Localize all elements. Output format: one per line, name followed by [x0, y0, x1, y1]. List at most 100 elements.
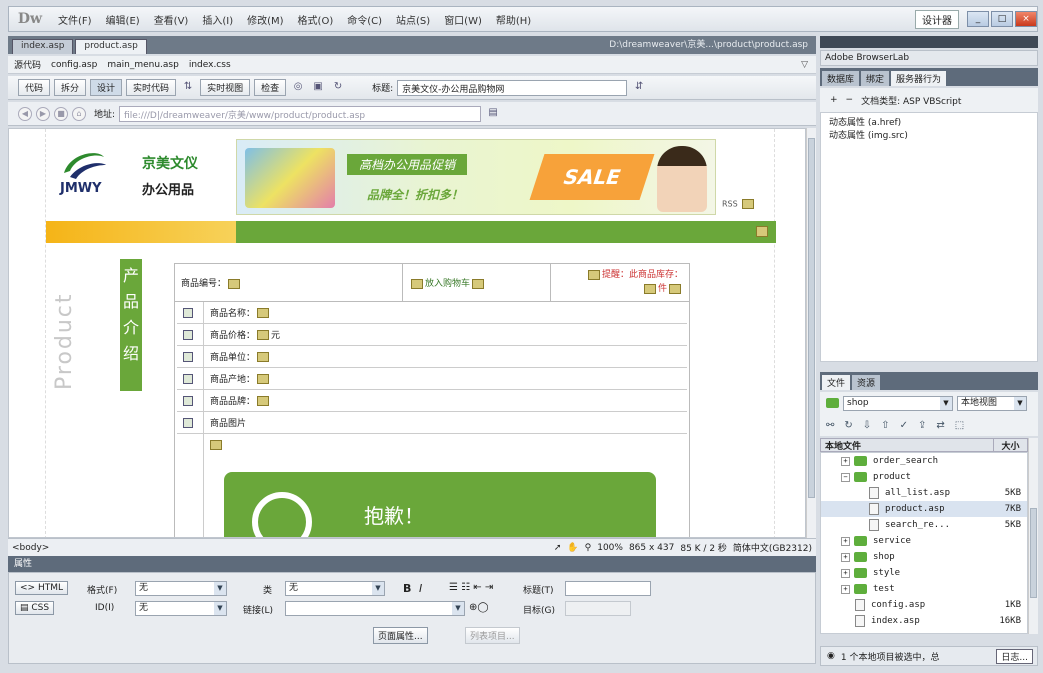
- related-source-code[interactable]: 源代码: [14, 58, 41, 71]
- expand-icon[interactable]: +: [841, 568, 850, 578]
- menu-insert[interactable]: 插入(I): [195, 12, 240, 27]
- minimize-button[interactable]: _: [967, 11, 989, 27]
- window-size[interactable]: 865 x 437: [629, 543, 674, 553]
- scrollbar-thumb[interactable]: [808, 138, 815, 498]
- title-field-input[interactable]: [565, 581, 651, 596]
- tab-index-asp[interactable]: index.asp: [12, 39, 74, 54]
- remove-behavior-button[interactable]: −: [846, 95, 854, 105]
- file-row[interactable]: product.asp 7KB: [821, 501, 1027, 517]
- expand-icon[interactable]: +: [841, 456, 850, 466]
- refresh-icon[interactable]: ↻: [844, 420, 852, 431]
- browse-options-icon[interactable]: ▤: [485, 107, 501, 121]
- expand-icon[interactable]: +: [841, 584, 850, 594]
- select-tool-icon[interactable]: ➚: [554, 543, 562, 553]
- folder-row[interactable]: + shop: [821, 549, 1027, 565]
- home-icon[interactable]: ⌂: [72, 106, 86, 121]
- expand-icon[interactable]: +: [841, 536, 850, 546]
- folder-row[interactable]: + service: [821, 533, 1027, 549]
- behavior-item[interactable]: 动态属性 (a.href): [829, 117, 1029, 130]
- format-select[interactable]: 无 ▼: [135, 581, 227, 596]
- forward-icon[interactable]: ▶: [36, 106, 50, 121]
- address-input[interactable]: file:///D|/dreamweaver/京美/www/product/pr…: [119, 105, 482, 122]
- browserlab-panel-title[interactable]: Adobe BrowserLab: [820, 50, 1038, 66]
- filter-icon[interactable]: ▽: [801, 60, 808, 70]
- menu-site[interactable]: 站点(S): [389, 12, 437, 27]
- properties-panel-header[interactable]: 属性: [8, 556, 816, 572]
- zoom-level[interactable]: 100%: [597, 543, 623, 553]
- scrollbar-thumb[interactable]: [1030, 508, 1037, 598]
- id-select[interactable]: 无 ▼: [135, 601, 227, 616]
- design-view-button[interactable]: 设计: [90, 79, 123, 96]
- tab-databases[interactable]: 数据库: [822, 71, 860, 86]
- tab-files[interactable]: 文件: [822, 375, 851, 390]
- target-select[interactable]: [565, 601, 631, 616]
- add-behavior-button[interactable]: +: [830, 95, 838, 105]
- canvas-vertical-scrollbar[interactable]: [806, 128, 816, 538]
- behavior-item[interactable]: 动态属性 (img.src): [829, 130, 1029, 143]
- file-row[interactable]: index.asp 16KB: [821, 613, 1027, 629]
- globe-icon[interactable]: ◎: [290, 81, 306, 95]
- live-code-button[interactable]: 实时代码: [126, 79, 177, 96]
- tab-product-asp[interactable]: product.asp: [75, 39, 147, 54]
- tag-selector[interactable]: <body>: [12, 543, 49, 553]
- expand-panel-icon[interactable]: ⬚: [955, 420, 964, 431]
- close-button[interactable]: ×: [1015, 11, 1037, 27]
- split-view-button[interactable]: 拆分: [54, 79, 87, 96]
- tab-assets[interactable]: 资源: [852, 375, 881, 390]
- class-select[interactable]: 无 ▼: [285, 581, 385, 596]
- related-file-css[interactable]: index.css: [189, 60, 231, 70]
- back-icon[interactable]: ◀: [18, 106, 32, 121]
- code-view-button[interactable]: 代码: [18, 79, 51, 96]
- rss-link[interactable]: RSS: [722, 199, 756, 209]
- menu-window[interactable]: 窗口(W): [437, 12, 489, 27]
- menu-modify[interactable]: 修改(M): [240, 12, 290, 27]
- add-to-cart-cell[interactable]: 放入购物车: [403, 264, 551, 301]
- file-row[interactable]: all_list.asp 5KB: [821, 485, 1027, 501]
- file-tree-scrollbar[interactable]: [1028, 438, 1038, 634]
- menu-view[interactable]: 查看(V): [147, 12, 196, 27]
- menu-help[interactable]: 帮助(H): [489, 12, 538, 27]
- check-in-icon[interactable]: ⇪: [918, 420, 926, 431]
- site-select[interactable]: shop ▼: [843, 395, 953, 411]
- page-properties-button[interactable]: 页面属性...: [373, 627, 428, 644]
- related-file-menu[interactable]: main_menu.asp: [107, 60, 178, 70]
- maximize-button[interactable]: □: [991, 11, 1013, 27]
- menu-commands[interactable]: 命令(C): [340, 12, 389, 27]
- log-button[interactable]: 日志...: [996, 648, 1033, 664]
- zoom-tool-icon[interactable]: ⚲: [585, 543, 592, 553]
- collapse-icon[interactable]: −: [841, 472, 850, 482]
- view-select[interactable]: 本地视图 ▼: [957, 395, 1027, 411]
- get-files-icon[interactable]: ⇩: [863, 420, 871, 431]
- stop-icon[interactable]: ■: [54, 106, 68, 121]
- folder-row[interactable]: + test: [821, 581, 1027, 597]
- inspect-button[interactable]: 检查: [254, 79, 287, 96]
- preview-icon[interactable]: ▣: [310, 81, 326, 95]
- connect-icon[interactable]: ⚯: [826, 420, 834, 431]
- menu-format[interactable]: 格式(O): [291, 12, 341, 27]
- html-mode-button[interactable]: <> HTML: [15, 581, 69, 595]
- workspace-switcher[interactable]: 设计器: [915, 9, 959, 29]
- file-row[interactable]: search_re... 5KB: [821, 517, 1027, 533]
- menu-edit[interactable]: 编辑(E): [99, 12, 147, 27]
- point-to-file-icon[interactable]: ⊕◯: [469, 602, 489, 613]
- column-size[interactable]: 大小: [993, 439, 1027, 452]
- title-input[interactable]: 京美文仪-办公用品购物网: [397, 79, 628, 96]
- put-files-icon[interactable]: ⇧: [881, 420, 889, 431]
- menu-file[interactable]: 文件(F): [51, 12, 99, 27]
- check-out-icon[interactable]: ✓: [900, 420, 908, 431]
- tab-bindings[interactable]: 绑定: [861, 71, 890, 86]
- design-canvas[interactable]: JMWY 京美文仪 办公用品 高档办公用品促销 品牌全！折扣多！ SALE RS…: [8, 128, 806, 538]
- bold-button[interactable]: B: [403, 582, 411, 595]
- expand-icon[interactable]: +: [841, 552, 850, 562]
- folder-row[interactable]: + style: [821, 565, 1027, 581]
- file-management-icon[interactable]: ⇵: [631, 81, 647, 95]
- css-mode-button[interactable]: ▤ CSS: [15, 601, 55, 615]
- folder-row[interactable]: − product: [821, 469, 1027, 485]
- refresh-icon[interactable]: ↻: [330, 81, 346, 95]
- synchronize-icon[interactable]: ⇄: [936, 420, 944, 431]
- italic-button[interactable]: I: [419, 582, 422, 595]
- link-input[interactable]: ▼: [285, 601, 465, 616]
- live-view-button[interactable]: 实时视图: [200, 79, 251, 96]
- related-file-config[interactable]: config.asp: [51, 60, 97, 70]
- list-buttons-icon[interactable]: ☰ ☷ ⇤ ⇥: [449, 582, 493, 593]
